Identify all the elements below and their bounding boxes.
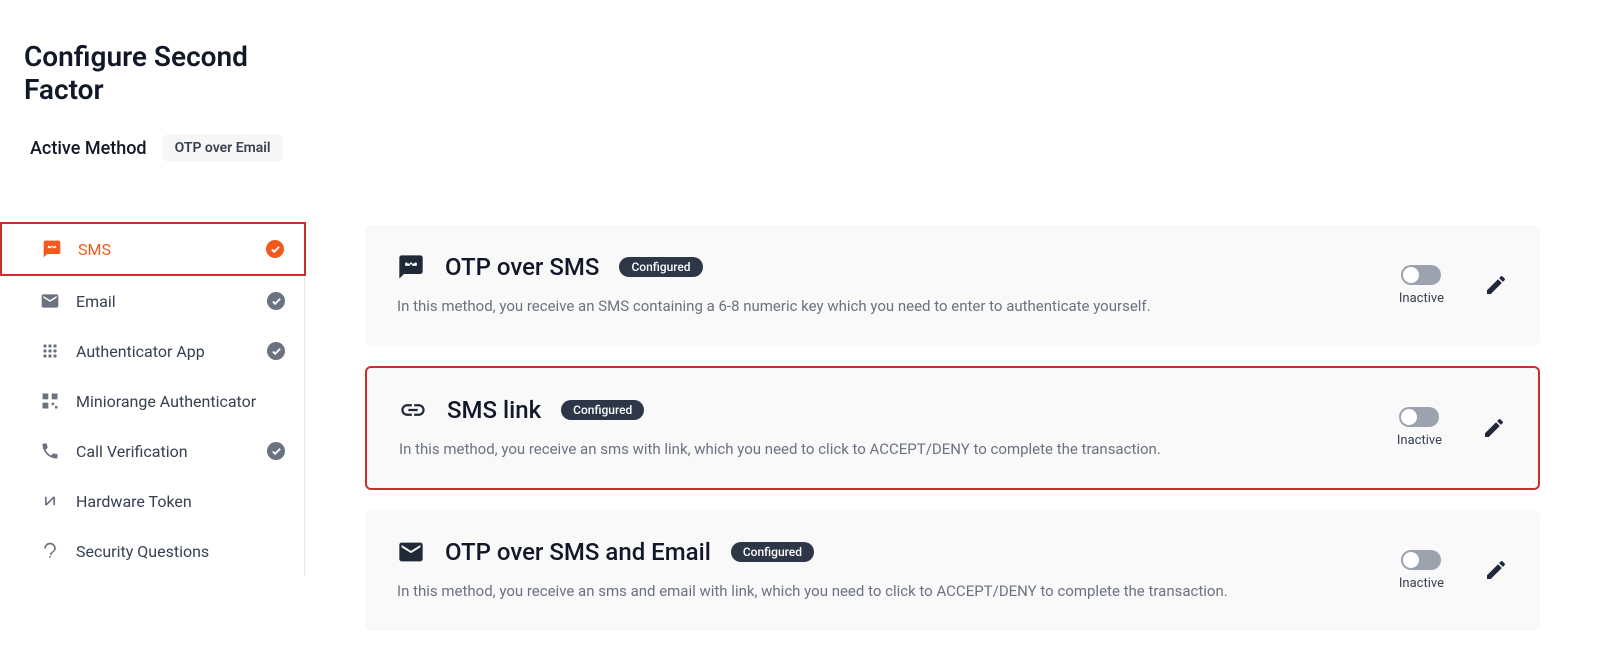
method-actions: Inactive xyxy=(1367,407,1506,448)
method-body: OTP over SMS Configured In this method, yo… xyxy=(397,253,1369,318)
configured-badge: Configured xyxy=(731,542,814,562)
sidebar-item-hardware-token[interactable]: Hardware Token xyxy=(0,476,305,526)
sidebar-item-miniorange-authenticator[interactable]: Miniorange Authenticator xyxy=(0,376,305,426)
method-title: SMS link xyxy=(447,396,541,424)
email-icon xyxy=(40,291,60,311)
sidebar-item-email[interactable]: Email xyxy=(0,276,305,326)
sidebar-item-authenticator-app[interactable]: Authenticator App xyxy=(0,326,305,376)
qr-icon xyxy=(40,391,60,411)
sms-icon xyxy=(397,253,425,281)
method-actions: Inactive xyxy=(1369,550,1508,591)
status-toggle[interactable] xyxy=(1401,550,1441,570)
method-card-otp-over-sms: OTP over SMS Configured In this method, yo… xyxy=(365,225,1540,346)
sms-icon xyxy=(42,239,62,259)
method-card-otp-over-sms-and-email: OTP over SMS and Email Configured In this … xyxy=(365,510,1540,631)
method-header: SMS link Configured xyxy=(399,396,1367,424)
active-method-label: Active Method xyxy=(30,138,147,159)
status-toggle[interactable] xyxy=(1401,265,1441,285)
method-body: OTP over SMS and Email Configured In this … xyxy=(397,538,1369,603)
status-toggle[interactable] xyxy=(1399,407,1439,427)
status-label: Inactive xyxy=(1399,291,1444,306)
active-method-row: Active Method OTP over Email xyxy=(0,134,305,162)
method-title: OTP over SMS xyxy=(445,253,599,281)
sidebar-item-call-verification[interactable]: Call Verification xyxy=(0,426,305,476)
configured-badge: Configured xyxy=(619,257,702,277)
configured-badge: Configured xyxy=(561,400,644,420)
method-description: In this method, you receive an sms with … xyxy=(399,438,1367,461)
status-label: Inactive xyxy=(1399,576,1444,591)
token-icon xyxy=(40,491,60,511)
method-header: OTP over SMS and Email Configured xyxy=(397,538,1369,566)
check-icon xyxy=(266,240,284,258)
page-title: Configure Second Factor xyxy=(0,40,305,106)
link-icon xyxy=(399,396,427,424)
edit-button[interactable] xyxy=(1484,558,1508,582)
sidebar-item-label: Security Questions xyxy=(76,542,285,561)
check-icon xyxy=(267,442,285,460)
active-method-value: OTP over Email xyxy=(163,134,283,162)
toggle-column: Inactive xyxy=(1399,550,1444,591)
method-body: SMS link Configured In this method, you re… xyxy=(399,396,1367,461)
question-icon xyxy=(40,541,60,561)
sidebar-item-label: SMS xyxy=(78,240,266,259)
sidebar-item-label: Email xyxy=(76,292,267,311)
method-card-sms-link: SMS link Configured In this method, you re… xyxy=(365,366,1540,491)
method-header: OTP over SMS Configured xyxy=(397,253,1369,281)
edit-button[interactable] xyxy=(1484,273,1508,297)
apps-icon xyxy=(40,341,60,361)
method-description: In this method, you receive an SMS conta… xyxy=(397,295,1369,318)
method-title: OTP over SMS and Email xyxy=(445,538,711,566)
sidebar-item-label: Call Verification xyxy=(76,442,267,461)
edit-button[interactable] xyxy=(1482,416,1506,440)
left-column: Configure Second Factor Active Method OT… xyxy=(0,0,305,670)
toggle-column: Inactive xyxy=(1397,407,1442,448)
sidebar-item-label: Authenticator App xyxy=(76,342,267,361)
sidebar-item-sms[interactable]: SMS xyxy=(0,222,306,276)
sidebar-item-label: Hardware Token xyxy=(76,492,285,511)
check-icon xyxy=(267,342,285,360)
method-description: In this method, you receive an sms and e… xyxy=(397,580,1369,603)
toggle-column: Inactive xyxy=(1399,265,1444,306)
status-label: Inactive xyxy=(1397,433,1442,448)
sidebar-item-security-questions[interactable]: Security Questions xyxy=(0,526,305,576)
method-actions: Inactive xyxy=(1369,265,1508,306)
methods-panel: OTP over SMS Configured In this method, yo… xyxy=(305,0,1620,670)
sidebar-item-label: Miniorange Authenticator xyxy=(76,392,285,411)
email-icon xyxy=(397,538,425,566)
call-icon xyxy=(40,441,60,461)
sidebar: SMS Email Authenticator App Miniorange Auth… xyxy=(0,222,305,576)
check-icon xyxy=(267,292,285,310)
